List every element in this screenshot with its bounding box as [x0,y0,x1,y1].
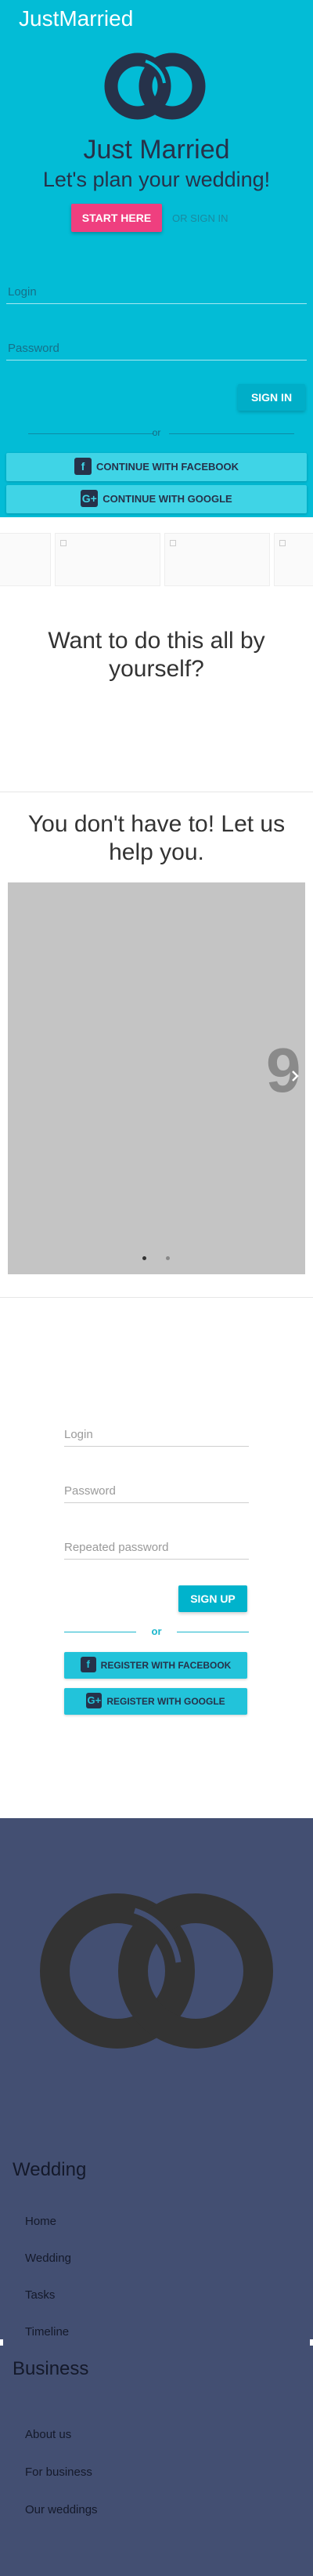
hero-subtitle: Let's plan your wedding! [42,168,271,191]
continue-with-facebook-button[interactable]: f CONTINUE WITH FACEBOOK [6,453,307,481]
or-separator: or [152,427,161,438]
brand-logo-text[interactable]: JustMarried [19,6,133,31]
footer-link-tasks[interactable]: Tasks [25,2288,55,2302]
rings-logo-icon [104,53,206,120]
start-here-button[interactable]: START HERE [71,204,162,232]
or-sign-in-link[interactable]: OR SIGN IN [172,212,228,224]
diy-heading: Want to do this all by yourself? [48,628,265,682]
continue-with-google-button[interactable]: G+ CONTINUE WITH GOOGLE [6,485,307,513]
register-google-label: REGISTER WITH GOOGLE [106,1696,225,1707]
google-label: CONTINUE WITH GOOGLE [103,493,232,505]
sign-up-button[interactable]: SIGN UP [178,1585,247,1612]
footer-business-heading: Business [13,2358,89,2379]
feature-tiles-strip [0,530,313,592]
login-input[interactable]: Login [6,282,307,304]
divider [169,433,294,434]
footer-link-about-us[interactable]: About us [25,2428,71,2441]
carousel-dot[interactable] [166,1256,170,1260]
checkbox-icon [279,540,286,546]
sign-in-button[interactable]: SIGN IN [238,384,305,411]
register-with-google-button[interactable]: G+ REGISTER WITH GOOGLE [64,1688,247,1715]
footer-link-for-business[interactable]: For business [25,2465,92,2479]
section-divider [0,1297,313,1298]
facebook-icon: f [80,1657,96,1673]
register-facebook-label: REGISTER WITH FACEBOOK [100,1660,232,1671]
facebook-label: CONTINUE WITH FACEBOOK [96,461,239,473]
edge-marker [310,2339,313,2346]
feature-tile [164,533,270,586]
register-login-input[interactable]: Login [64,1423,249,1447]
footer-link-timeline[interactable]: Timeline [25,2325,69,2339]
help-heading: You don't have to! Let us help you. [27,811,286,865]
register-login-placeholder: Login [64,1428,93,1441]
carousel-dot-active[interactable] [142,1256,146,1260]
register-with-facebook-button[interactable]: f REGISTER WITH FACEBOOK [64,1652,247,1679]
footer-link-our-weddings[interactable]: Our weddings [25,2503,98,2516]
google-plus-icon: G+ [81,490,99,508]
password-placeholder: Password [8,342,59,355]
footer-wedding-heading: Wedding [13,2159,87,2180]
feature-tile [0,533,51,586]
facebook-icon: f [74,458,92,476]
feature-tile [55,533,160,586]
image-carousel[interactable] [8,882,305,1274]
feature-tile [274,533,313,586]
or-separator: or [151,1625,162,1637]
hero-title: Just Married [83,135,230,165]
google-plus-icon: G+ [86,1693,103,1709]
repeat-password-placeholder: Repeated password [64,1541,169,1554]
checkbox-icon [170,540,176,546]
footer-link-wedding[interactable]: Wedding [25,2252,71,2265]
password-input[interactable]: Password [6,339,307,360]
login-placeholder: Login [8,285,37,299]
register-password-input[interactable]: Password [64,1480,249,1503]
register-password-placeholder: Password [64,1484,116,1498]
checkbox-icon [60,540,67,546]
repeat-password-input[interactable]: Repeated password [64,1536,249,1560]
footer-link-home[interactable]: Home [25,2215,56,2228]
rings-logo-icon [40,1893,273,2049]
next-slide-icon[interactable] [291,1071,299,1081]
edge-marker [0,2339,3,2346]
